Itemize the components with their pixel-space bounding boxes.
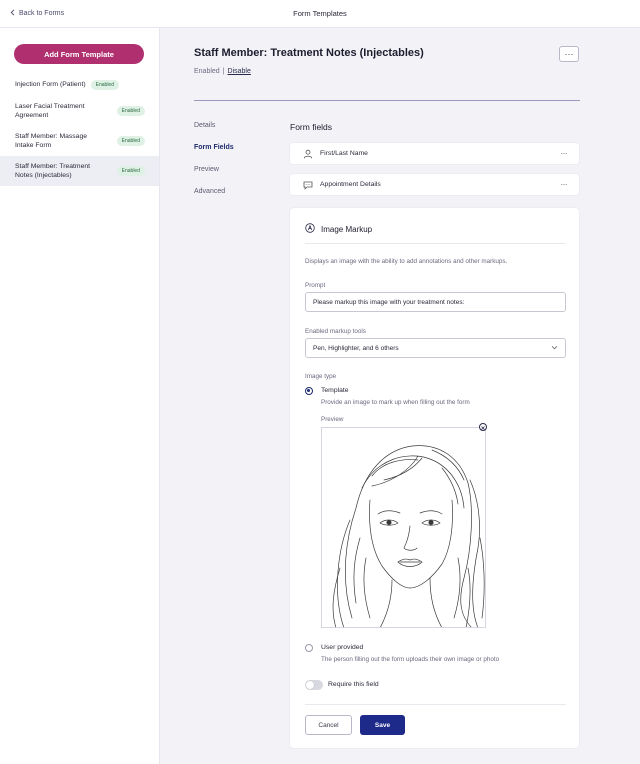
divider [305, 243, 566, 244]
nav-details[interactable]: Details [194, 122, 215, 129]
markup-tools-value: Pen, Highlighter, and 6 others [313, 344, 399, 352]
radio-template-description: Provide an image to mark up when filling… [321, 399, 470, 406]
nav-form-fields[interactable]: Form Fields [194, 144, 234, 151]
sidebar-item-label: Injection Form (Patient) [15, 80, 86, 88]
form-fields-title: Form fields [290, 122, 333, 132]
page-header-title: Form Templates [293, 9, 347, 18]
field-label: Appointment Details [320, 181, 381, 188]
image-markup-description: Displays an image with the ability to ad… [305, 258, 508, 265]
sidebar-item-laser-facial[interactable]: Laser Facial Treatment Agreement Enabled [0, 98, 159, 124]
top-bar: Back to Forms Form Templates [0, 0, 640, 28]
status-badge: Enabled [90, 79, 119, 90]
field-label: First/Last Name [320, 150, 368, 157]
markup-pen-icon [305, 223, 315, 235]
markup-tools-label: Enabled markup tools [305, 328, 366, 335]
close-icon [480, 418, 486, 436]
sidebar-item-label: Laser Facial Treatment Agreement [15, 102, 85, 120]
markup-tools-select[interactable]: Pen, Highlighter, and 6 others [305, 338, 566, 358]
template-image-preview [321, 427, 486, 628]
prompt-input[interactable] [305, 292, 566, 312]
more-options-button[interactable]: ··· [559, 46, 579, 62]
chevron-down-icon [551, 344, 558, 353]
field-card-appointment-details[interactable]: Appointment Details ··· [289, 173, 580, 196]
image-markup-field-editor: Image Markup Displays an image with the … [289, 207, 580, 749]
add-form-template-button[interactable]: Add Form Template [14, 44, 144, 64]
chat-bubble-icon [302, 179, 314, 191]
face-sketch-image [332, 445, 485, 627]
nav-advanced[interactable]: Advanced [194, 188, 225, 195]
sidebar-item-label: Staff Member: Treatment Notes (Injectabl… [15, 162, 91, 180]
divider [194, 100, 580, 101]
image-markup-title: Image Markup [321, 224, 373, 234]
sidebar: Add Form Template Injection Form (Patien… [0, 28, 160, 764]
sidebar-item-massage-intake[interactable]: Staff Member: Massage Intake Form Enable… [0, 128, 159, 154]
image-type-label: Image type [305, 373, 337, 380]
radio-user-provided-title: User provided [321, 644, 364, 651]
status-badge: Enabled [116, 166, 145, 176]
prompt-label: Prompt [305, 282, 326, 289]
nav-preview[interactable]: Preview [194, 166, 219, 173]
page-title: Staff Member: Treatment Notes (Injectabl… [194, 47, 424, 59]
save-button[interactable]: Save [360, 715, 405, 735]
remove-image-button[interactable] [479, 423, 487, 431]
radio-user-provided-description: The person filling out the form uploads … [321, 656, 500, 663]
status-line: Enabled | Disable [194, 68, 251, 75]
main-content: Staff Member: Treatment Notes (Injectabl… [160, 28, 640, 764]
require-field-toggle[interactable] [305, 680, 323, 690]
field-more-button[interactable]: ··· [561, 180, 568, 189]
sidebar-item-label: Staff Member: Massage Intake Form [15, 132, 88, 150]
disable-link[interactable]: Disable [228, 68, 251, 75]
sidebar-item-treatment-notes[interactable]: Staff Member: Treatment Notes (Injectabl… [0, 156, 159, 186]
status-badge: Enabled [116, 136, 145, 146]
field-more-button[interactable]: ··· [561, 149, 568, 158]
status-separator: | [222, 68, 225, 75]
radio-template[interactable] [305, 387, 313, 395]
image-markup-header: Image Markup [305, 223, 372, 235]
require-field-label: Require this field [328, 681, 379, 688]
cancel-button[interactable]: Cancel [305, 715, 352, 735]
person-icon [302, 148, 314, 160]
field-card-first-last-name[interactable]: First/Last Name ··· [289, 142, 580, 165]
divider [305, 704, 566, 705]
radio-user-provided[interactable] [305, 644, 313, 652]
radio-template-title: Template [321, 387, 349, 394]
status-text: Enabled [194, 68, 220, 75]
status-badge: Enabled [116, 106, 145, 116]
preview-label: Preview [321, 416, 344, 423]
sidebar-item-injection-form[interactable]: Injection Form (Patient) Enabled [0, 76, 159, 93]
